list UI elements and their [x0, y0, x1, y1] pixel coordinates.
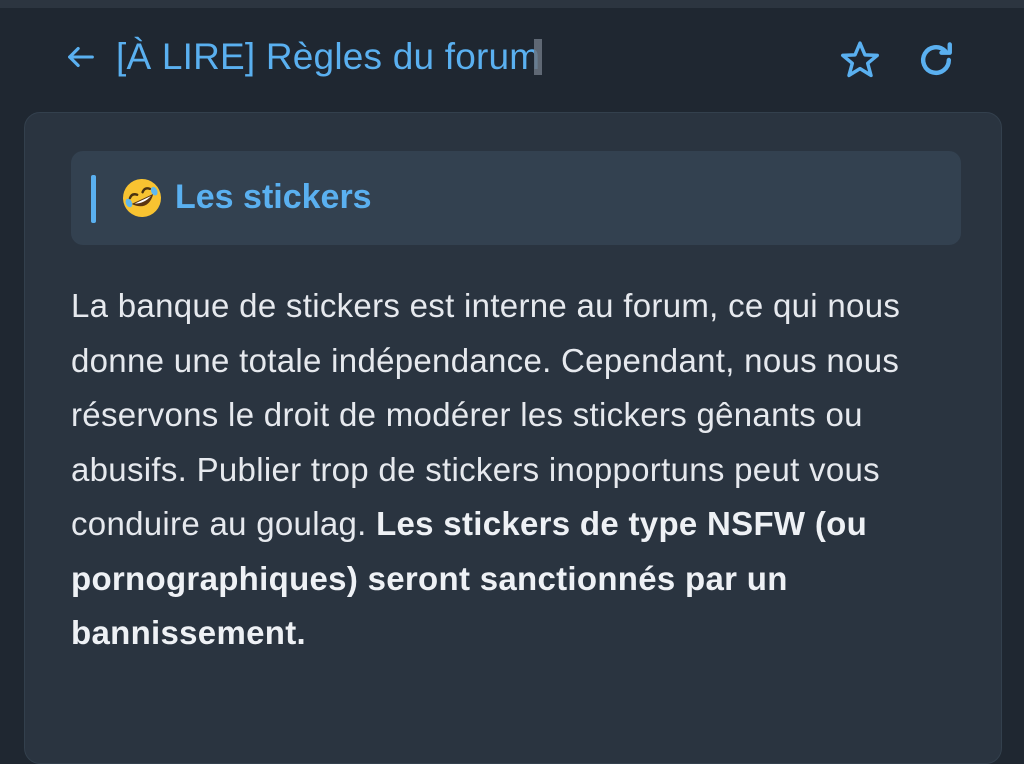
- star-icon[interactable]: [838, 38, 882, 82]
- page-title-text: [À LIRE] Règles du forum: [116, 36, 541, 77]
- page-title: [À LIRE] Règles du forum: [116, 34, 543, 80]
- section-header: Les stickers: [71, 151, 961, 245]
- post-card: Les stickers La banque de stickers est i…: [24, 112, 1002, 764]
- text-caret: [534, 39, 543, 75]
- refresh-icon[interactable]: [914, 38, 958, 82]
- paragraph-text: La banque de stickers est interne au for…: [71, 287, 901, 542]
- topic-header: [À LIRE] Règles du forum: [0, 8, 1024, 110]
- section-title: Les stickers: [175, 178, 372, 216]
- rofl-emoji-icon: [123, 179, 161, 217]
- section-accent-bar: [91, 175, 96, 223]
- arrow-left-icon[interactable]: [64, 40, 98, 74]
- rules-paragraph: La banque de stickers est interne au for…: [71, 279, 971, 661]
